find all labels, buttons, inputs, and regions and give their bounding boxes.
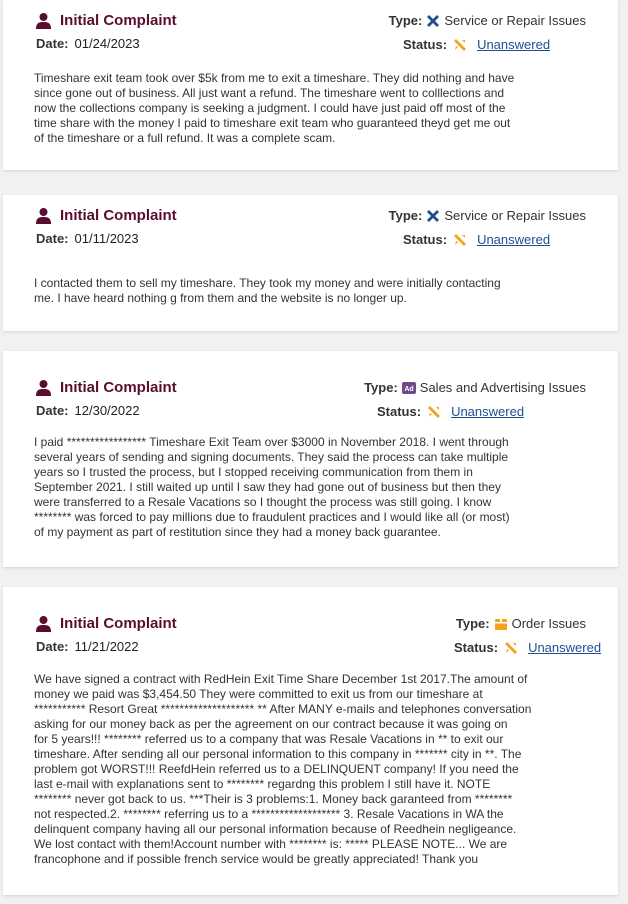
complaint-text: Timeshare exit team took over $5k from m… xyxy=(34,71,515,145)
complaint-date: Date: 11/21/2022 xyxy=(36,639,139,654)
status-link[interactable]: Unanswered xyxy=(477,37,550,52)
person-icon xyxy=(36,379,51,396)
complaint-date: Date: 12/30/2022 xyxy=(36,403,140,418)
complaint-header: Initial Complaint xyxy=(36,207,177,224)
person-icon xyxy=(36,207,51,224)
complaint-card: Initial Complaint Date: 01/11/2023 Type: … xyxy=(3,195,618,331)
complaint-type: Type: Ad Sales and Advertising Issues xyxy=(364,380,586,395)
complaint-header: Initial Complaint xyxy=(36,379,177,396)
complaint-title: Initial Complaint xyxy=(60,615,177,632)
complaint-date: Date: 01/24/2023 xyxy=(36,36,140,51)
complaint-status: Status: Unanswered xyxy=(377,404,525,419)
complaint-status: Status: Unanswered xyxy=(403,37,551,52)
complaint-status: Status: Unanswered xyxy=(403,232,551,247)
complaint-text: I paid ***************** Timeshare Exit … xyxy=(34,435,510,539)
complaint-card: Initial Complaint Date: 01/24/2023 Type: … xyxy=(3,0,618,170)
complaint-header: Initial Complaint xyxy=(36,615,177,632)
complaint-date: Date: 01/11/2023 xyxy=(36,231,139,246)
person-icon xyxy=(36,12,51,29)
unanswered-icon xyxy=(428,405,441,418)
complaint-text: We have signed a contract with RedHein E… xyxy=(34,672,532,866)
complaint-title: Initial Complaint xyxy=(60,207,177,224)
unanswered-icon xyxy=(505,641,518,654)
tools-icon xyxy=(427,14,440,27)
package-icon xyxy=(494,618,507,630)
complaint-title: Initial Complaint xyxy=(60,12,177,29)
complaint-card: Initial Complaint Date: 12/30/2022 Type: … xyxy=(3,351,618,567)
person-icon xyxy=(36,615,51,632)
ad-icon: Ad xyxy=(401,381,416,394)
complaint-text: I contacted them to sell my timeshare. T… xyxy=(34,276,501,305)
complaint-type: Type: Service or Repair Issues xyxy=(388,13,586,28)
unanswered-icon xyxy=(454,38,467,51)
status-link[interactable]: Unanswered xyxy=(451,404,524,419)
status-link[interactable]: Unanswered xyxy=(477,232,550,247)
svg-text:Ad: Ad xyxy=(404,386,413,393)
unanswered-icon xyxy=(454,233,467,246)
complaint-type: Type: Service or Repair Issues xyxy=(388,208,586,223)
tools-icon xyxy=(427,209,440,222)
complaint-status: Status: Unanswered xyxy=(454,640,602,655)
complaint-title: Initial Complaint xyxy=(60,379,177,396)
complaint-card: Initial Complaint Date: 11/21/2022 Type: … xyxy=(3,587,618,895)
complaint-type: Type: Order Issues xyxy=(455,616,586,631)
complaint-header: Initial Complaint xyxy=(36,12,177,29)
status-link[interactable]: Unanswered xyxy=(528,640,601,655)
